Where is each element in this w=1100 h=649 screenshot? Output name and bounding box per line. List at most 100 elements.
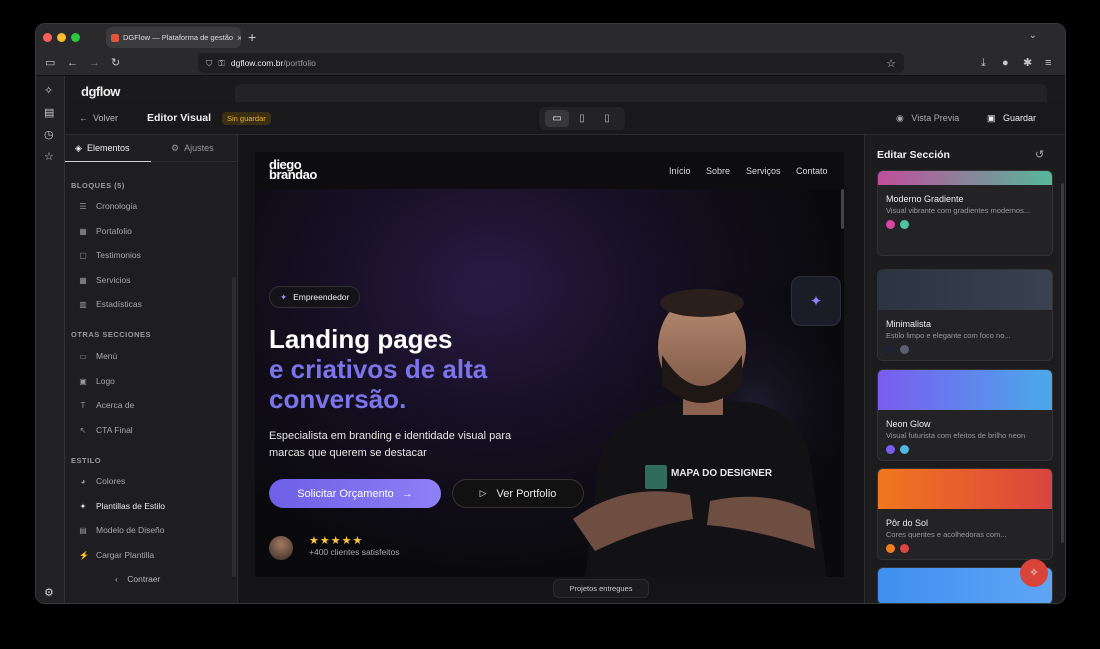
panel-tabs: ◈ Elementos ⚙ Ajustes [65, 135, 238, 162]
download-icon[interactable]: ⤓ [981, 57, 986, 69]
block-item-testimonios[interactable]: ▢ Testimonios [79, 250, 141, 260]
block-item-portafolio[interactable]: ▦ Portafolio [79, 226, 132, 236]
extensions-icon[interactable]: ✱ [1023, 57, 1032, 69]
style-item-templates[interactable]: ✦ Plantillas de Estilo [79, 501, 165, 511]
close-window-button[interactable] [43, 33, 52, 42]
site-nav-sobre[interactable]: Sobre [706, 166, 730, 176]
request-quote-button[interactable]: Solicitar Orçamento → [269, 479, 441, 508]
section-label: CTA Final [96, 425, 133, 435]
block-label: Portafolio [96, 226, 132, 236]
reload-icon[interactable]: ↻ [111, 57, 120, 69]
sidebar-toggle-icon[interactable]: ▭ [45, 57, 55, 69]
collapse-button[interactable]: ‹ Contraer [115, 574, 160, 584]
template-preview-gradient [878, 270, 1052, 310]
panel-scrollbar[interactable] [1061, 183, 1064, 543]
block-item-servicios[interactable]: ▦ Servicios [79, 275, 130, 285]
site-nav-servicos[interactable]: Serviços [746, 166, 781, 176]
preview-button[interactable]: ◉ Vista Previa [896, 113, 959, 124]
chat-icon: ▢ [79, 250, 87, 260]
history-icon[interactable]: ◷ [44, 128, 54, 141]
block-item-cronologia[interactable]: ☰ Cronologia [79, 201, 137, 211]
ai-sparkle-icon[interactable]: ✧ [44, 84, 53, 97]
mobile-view-button[interactable]: ▯ [595, 110, 619, 127]
logo-line-2: brandao [269, 167, 317, 182]
site-nav-inicio[interactable]: Início [669, 166, 691, 176]
tab-elements[interactable]: ◈ Elementos [75, 143, 129, 154]
site-nav-contato[interactable]: Contato [796, 166, 828, 176]
style-template-card[interactable]: Moderno Gradiente Visual vibrante com gra… [877, 170, 1053, 256]
tab-settings[interactable]: ⚙ Ajustes [171, 143, 214, 154]
image-icon: ▣ [79, 376, 87, 386]
menu-icon[interactable]: ≡ [1045, 57, 1051, 69]
back-button[interactable]: ← Volver [79, 113, 118, 123]
desktop-view-button[interactable]: ▭ [545, 110, 569, 127]
forward-arrow-icon[interactable]: → [89, 57, 100, 69]
template-description: Cores quentes e acolhedoras com... [886, 530, 1007, 539]
color-swatch [886, 544, 895, 553]
template-name: Minimalista [886, 319, 932, 329]
zoom-window-button[interactable] [71, 33, 80, 42]
browser-sidebar: ✧ ▤ ◷ ☆ ⚙ [36, 76, 65, 603]
style-template-card[interactable]: Neon Glow Visual futurista com efeitos de… [877, 369, 1053, 461]
settings-gear-icon[interactable]: ⚙ [44, 586, 54, 599]
block-item-estadisticas[interactable]: ▥ Estadísticas [79, 299, 142, 309]
headline-line-3: conversão. [269, 384, 407, 414]
save-button[interactable]: ▣ Guardar [987, 113, 1036, 124]
list-icon: ☰ [79, 201, 87, 211]
client-avatar [269, 536, 293, 560]
site-preview[interactable]: MAPA DO DESIGNER diego brandao Início Sob… [255, 152, 844, 577]
account-icon[interactable]: ● [1002, 57, 1009, 69]
view-portfolio-button[interactable]: ▷ Ver Portfolio [452, 479, 584, 508]
tab-elements-label: Elementos [86, 143, 130, 153]
section-item-cta-final[interactable]: ↖ CTA Final [79, 425, 133, 435]
style-item-load-template[interactable]: ⚡ Cargar Plantilla [79, 550, 154, 560]
browser-tab[interactable]: DGFlow — Plataforma de gestão × [106, 27, 241, 48]
menu-icon: ▭ [79, 351, 87, 361]
close-tab-icon[interactable]: × [237, 33, 241, 43]
style-label: Cargar Plantilla [96, 550, 155, 560]
bookmark-star-icon[interactable]: ☆ [886, 57, 896, 70]
panel-title: Editar Sección [877, 149, 950, 161]
headline-line-2: e criativos de alta [269, 354, 488, 384]
site-logo[interactable]: diego brandao [269, 158, 317, 182]
rating-stars: ★★★★★ [309, 535, 364, 547]
style-item-colors[interactable]: ◕ Colores [79, 476, 126, 486]
collapse-label: Contraer [127, 574, 161, 584]
style-label: Plantillas de Estilo [96, 501, 165, 511]
layout-icon: ▤ [79, 525, 87, 535]
new-tab-button[interactable]: + [248, 29, 256, 45]
tab-list-chevron-icon[interactable]: ⌄ [1029, 30, 1037, 41]
template-preview-gradient [878, 370, 1052, 410]
browser-window: DGFlow — Plataforma de gestão × + ⌄ ▭ ← … [35, 23, 1066, 604]
section-item-about[interactable]: T Acerca de [79, 400, 135, 410]
sparkle-icon: ✦ [280, 291, 288, 302]
back-arrow-icon[interactable]: ← [67, 57, 78, 69]
color-swatch [900, 544, 909, 553]
panel-scrollbar[interactable] [232, 277, 236, 577]
minimize-window-button[interactable] [57, 33, 66, 42]
section-item-menu[interactable]: ▭ Menú [79, 351, 117, 361]
tablet-view-button[interactable]: ▯ [570, 110, 594, 127]
section-item-logo[interactable]: ▣ Logo [79, 376, 115, 386]
tabs-icon[interactable]: ▤ [44, 106, 54, 119]
preview-label: Vista Previa [911, 113, 960, 123]
other-sections-heading: OTRAS SECCIONES [71, 330, 152, 339]
section-label: Acerca de [96, 400, 135, 410]
preview-scrollbar[interactable] [841, 189, 844, 229]
badge-label: Empreendedor [293, 292, 350, 302]
browser-toolbar: ▭ ← → ↻ ⛉ ⚿ dgflow.com.br/portfolio ☆ ⤓ … [36, 51, 1065, 76]
reset-icon[interactable]: ↺ [1035, 148, 1044, 161]
layers-icon: ◈ [75, 143, 85, 153]
sparkle-icon[interactable]: ✦ [791, 276, 841, 326]
style-item-design-model[interactable]: ▤ Modelo de Diseño [79, 525, 164, 535]
template-description: Visual vibrante com gradientes modernos.… [886, 206, 1031, 215]
color-swatch [886, 220, 895, 229]
style-template-card[interactable]: Minimalista Estilo limpo e elegante com f… [877, 269, 1053, 361]
site-info-icon[interactable]: ⚿ [218, 58, 224, 69]
style-template-card[interactable]: Pôr do Sol Cores quentes e acolhedoras co… [877, 468, 1053, 560]
ai-assistant-button[interactable]: ✧ [1020, 559, 1048, 587]
bookmarks-star-icon[interactable]: ☆ [44, 150, 54, 163]
magic-icon: ⚡ [79, 550, 89, 560]
address-bar[interactable]: ⛉ ⚿ dgflow.com.br/portfolio ☆ [198, 53, 904, 73]
color-swatch [900, 445, 909, 454]
